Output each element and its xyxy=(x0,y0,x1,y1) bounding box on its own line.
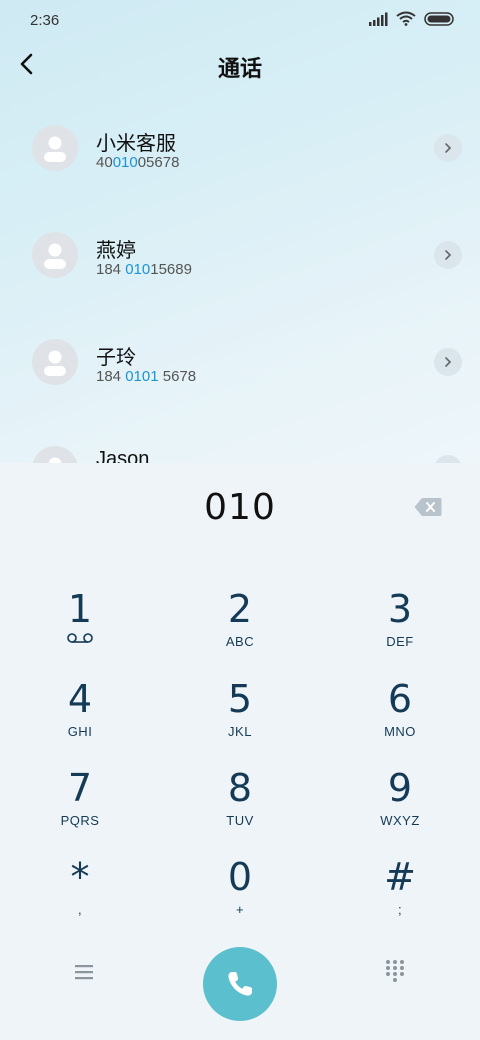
status-time: 2:36 xyxy=(30,12,60,29)
key-1[interactable]: 1 xyxy=(20,588,140,668)
person-icon xyxy=(44,136,66,162)
dial-input-display[interactable]: 010 xyxy=(0,487,480,528)
key-7[interactable]: 7 PQRS xyxy=(20,767,140,847)
list-item[interactable]: 小米客服 4001005678 xyxy=(0,95,480,202)
page-title: 通话 xyxy=(217,56,262,81)
avatar xyxy=(32,125,78,171)
contact-list: 小米客服 4001005678 燕婷 184 01015689 子玲 184 0… xyxy=(0,95,480,465)
key-3[interactable]: 3 DEF xyxy=(340,588,460,668)
status-bar: 2:36 xyxy=(0,0,480,40)
person-icon xyxy=(44,243,66,269)
person-icon xyxy=(44,350,66,376)
list-item[interactable]: 燕婷 184 01015689 xyxy=(0,202,480,309)
signal-icon xyxy=(369,12,388,26)
phone-icon xyxy=(228,972,252,996)
key-5[interactable]: 5 JKL xyxy=(180,678,300,758)
avatar xyxy=(32,339,78,385)
chevron-right-icon xyxy=(445,250,452,260)
key-2[interactable]: 2 ABC xyxy=(180,588,300,668)
status-icons xyxy=(368,11,454,26)
menu-icon[interactable] xyxy=(71,961,97,983)
list-item[interactable]: 子玲 184 0101 5678 xyxy=(0,309,480,416)
wifi-icon xyxy=(396,11,416,26)
battery-icon xyxy=(424,11,454,26)
key-hash[interactable]: # ; xyxy=(340,856,460,936)
key-4[interactable]: 4 GHI xyxy=(20,678,140,758)
avatar xyxy=(32,232,78,278)
chevron-right-icon xyxy=(445,357,452,367)
detail-button[interactable] xyxy=(434,241,462,269)
detail-button[interactable] xyxy=(434,348,462,376)
voicemail-icon xyxy=(67,633,93,643)
key-8[interactable]: 8 TUV xyxy=(180,767,300,847)
contact-name: 小米客服 xyxy=(96,133,176,155)
key-9[interactable]: 9 WXYZ xyxy=(340,767,460,847)
key-star[interactable]: * , xyxy=(20,856,140,936)
detail-button[interactable] xyxy=(434,134,462,162)
header: 通话 xyxy=(0,40,480,92)
key-0[interactable]: 0 + xyxy=(180,856,300,936)
keypad-grid-icon[interactable] xyxy=(385,959,405,983)
call-log-panel: 2:36 通话 小米客服 4001005678 燕婷 184 01015689 … xyxy=(0,0,480,465)
dialpad: 010 1 2 ABC 3 DEF 4 GHI 5 JKL 6 MNO 7 PQ… xyxy=(0,463,480,1040)
call-button[interactable] xyxy=(203,947,277,1021)
backspace-icon[interactable] xyxy=(414,497,442,517)
list-item[interactable]: Jason xyxy=(0,416,480,465)
contact-number: 4001005678 xyxy=(96,154,180,171)
chevron-right-icon xyxy=(445,143,452,153)
contact-number: 184 01015689 xyxy=(96,261,192,278)
key-6[interactable]: 6 MNO xyxy=(340,678,460,758)
contact-number: 184 0101 5678 xyxy=(96,368,197,385)
contact-name: 子玲 xyxy=(96,347,136,369)
bottom-bar xyxy=(0,947,480,1027)
contact-name: 燕婷 xyxy=(96,240,136,262)
